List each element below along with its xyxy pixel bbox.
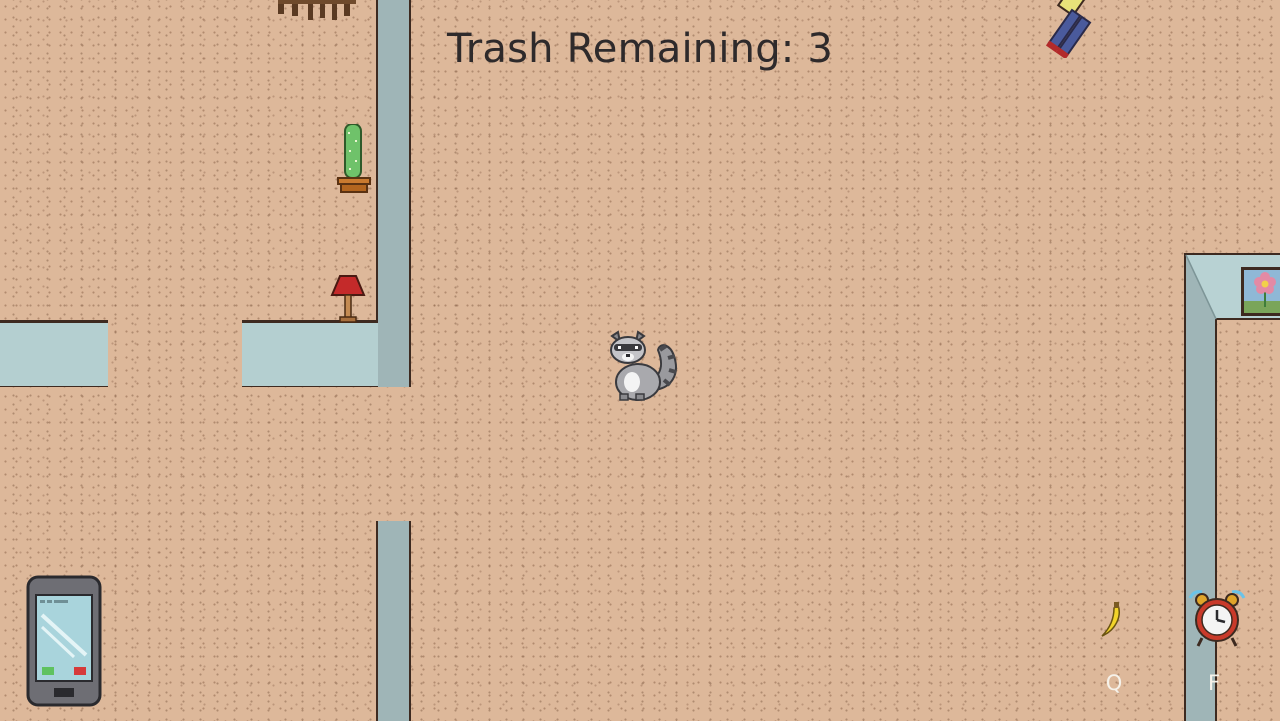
raccoon-icon[interactable] (602, 330, 682, 404)
wall-horizontal-left (0, 320, 108, 387)
item-key-label: Q (1105, 671, 1123, 695)
cactus-icon (336, 123, 372, 194)
alarm-clock-icon[interactable] (1186, 588, 1248, 650)
table-furniture (278, 0, 358, 22)
alarm-key-label: F (1207, 671, 1221, 695)
trash-remaining-counter: Trash Remaining: 3 (446, 26, 834, 72)
wall-vertical-lower (376, 521, 411, 721)
lamp-icon (330, 275, 366, 323)
game-viewport[interactable]: Trash Remaining: 3 Q F (0, 0, 1280, 721)
wall-right-room (1184, 253, 1280, 721)
banana-icon[interactable] (1098, 602, 1126, 638)
phone-icon[interactable] (26, 575, 102, 707)
flower-painting-icon (1241, 267, 1280, 316)
wall-horizontal-middle (242, 320, 378, 387)
